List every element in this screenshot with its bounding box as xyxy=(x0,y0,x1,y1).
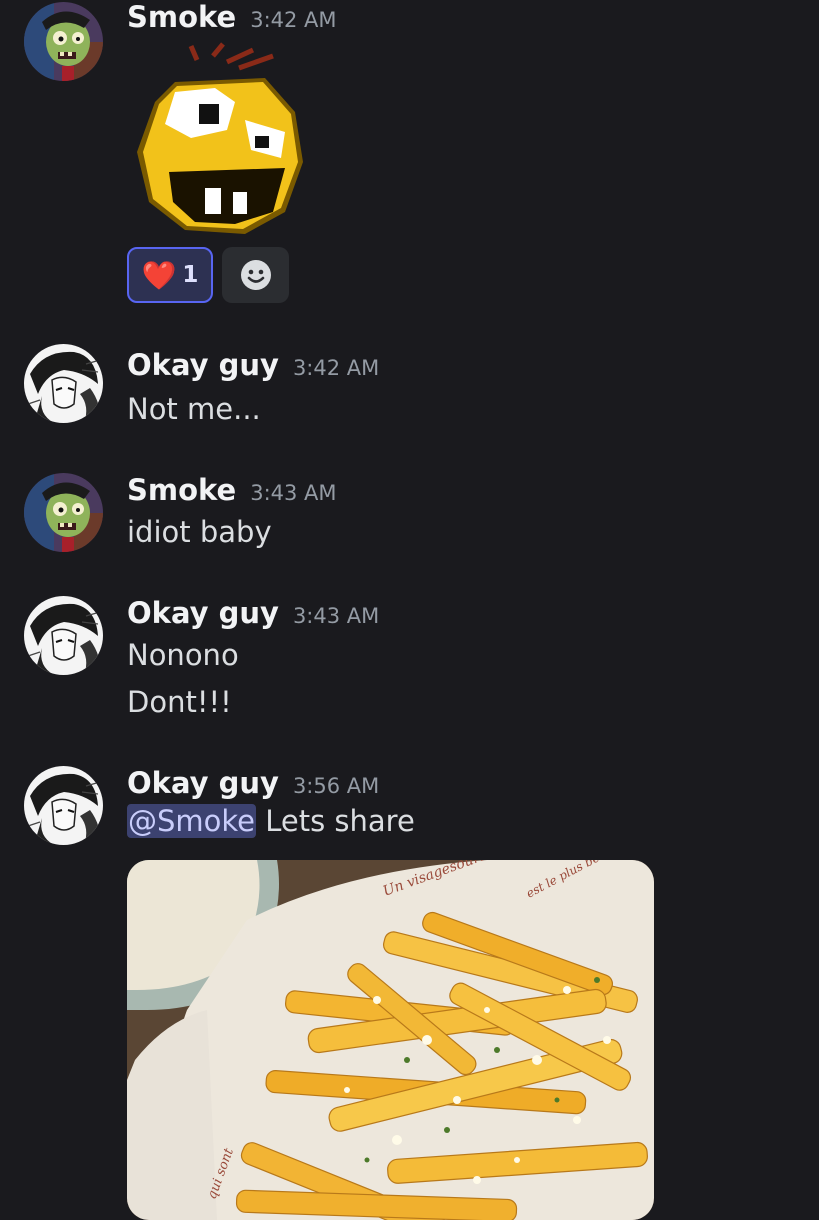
author-label[interactable]: Okay guy xyxy=(127,596,279,630)
smiley-icon xyxy=(240,260,271,290)
message-text: idiot baby xyxy=(127,515,272,549)
avatar-okay-guy[interactable] xyxy=(24,766,103,845)
timestamp: 3:42 AM xyxy=(250,8,337,32)
author-name[interactable]: Smoke 3:42 AM xyxy=(127,0,337,34)
author-label[interactable]: Okay guy xyxy=(127,348,279,382)
timestamp: 3:43 AM xyxy=(292,604,380,628)
heart-reaction[interactable]: ❤️ 1 xyxy=(127,247,213,303)
timestamp: 3:43 AM xyxy=(250,481,337,505)
avatar-okay-guy[interactable] xyxy=(24,344,103,423)
author-label[interactable]: Okay guy xyxy=(127,766,279,800)
author-label[interactable]: Smoke xyxy=(127,473,236,507)
heart-emoji-icon: ❤️ xyxy=(141,258,177,292)
avatar-okay-guy[interactable] xyxy=(24,596,103,675)
reaction-count: 1 xyxy=(182,262,199,288)
author-name[interactable]: Okay guy 3:43 AM xyxy=(127,596,379,630)
message-text: Not me... xyxy=(127,392,261,426)
add-reaction-button[interactable] xyxy=(222,247,289,303)
timestamp: 3:42 AM xyxy=(292,356,380,380)
french-fries-photo[interactable]: Un visagesouriant est le plus beau qui s… xyxy=(127,860,654,1220)
author-label[interactable]: Smoke xyxy=(127,0,236,34)
author-name[interactable]: Smoke 3:43 AM xyxy=(127,473,337,507)
message-text: Dont!!! xyxy=(127,685,232,719)
user-mention[interactable]: @Smoke xyxy=(127,804,257,838)
message-text: Nonono xyxy=(127,638,239,672)
message-body: Lets share xyxy=(256,804,415,838)
avatar-smoke[interactable] xyxy=(24,473,103,552)
author-name[interactable]: Okay guy 3:56 AM xyxy=(127,766,379,800)
message-text: @Smoke Lets share xyxy=(127,804,415,838)
author-name[interactable]: Okay guy 3:42 AM xyxy=(127,348,379,382)
avatar-smoke[interactable] xyxy=(24,2,103,81)
angry-face-sticker[interactable] xyxy=(135,42,310,237)
timestamp: 3:56 AM xyxy=(292,774,380,798)
